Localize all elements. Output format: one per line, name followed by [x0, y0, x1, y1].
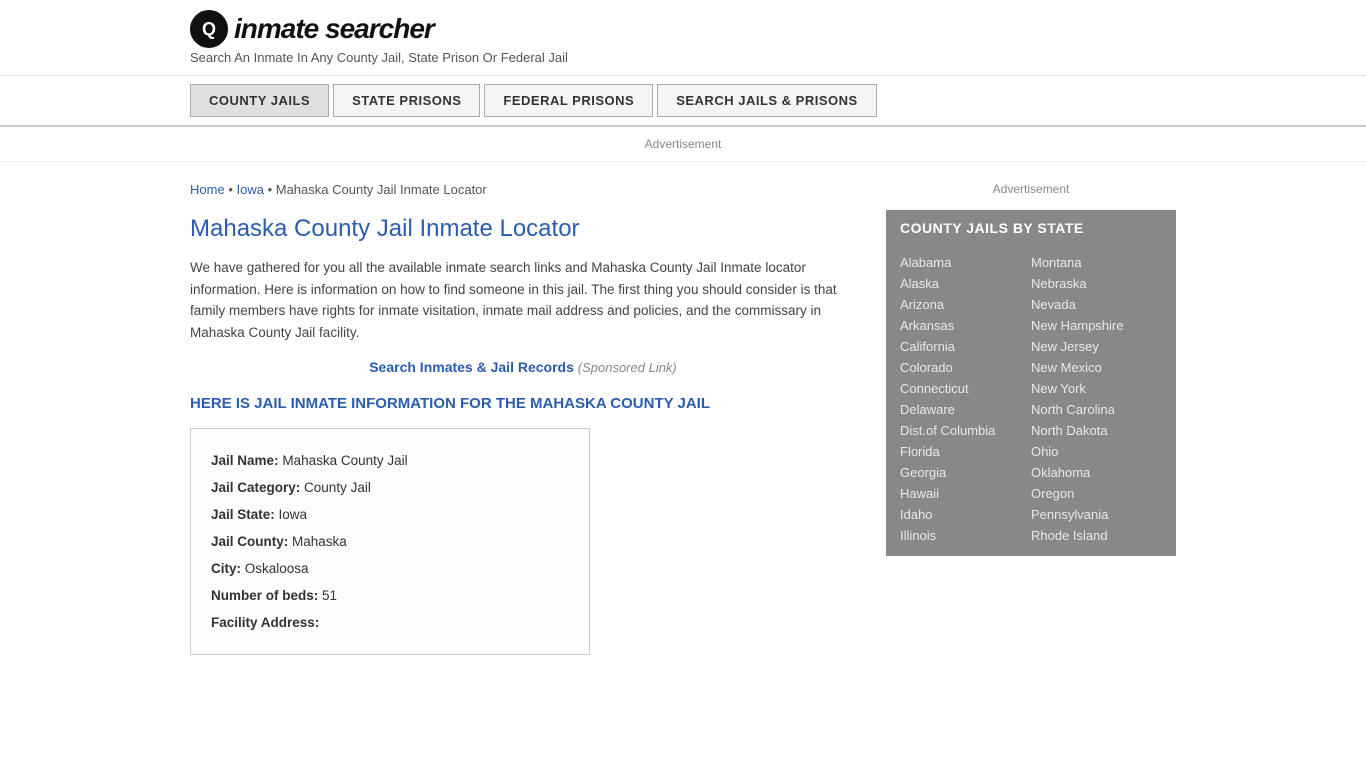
jail-county-row: Jail County: Mahaska	[211, 528, 569, 555]
state-item[interactable]: Florida	[900, 441, 1031, 462]
state-box-title: COUNTY JAILS BY STATE	[886, 210, 1176, 246]
beds-label: Number of beds:	[211, 588, 318, 603]
state-item[interactable]: Montana	[1031, 252, 1162, 273]
breadcrumb-home[interactable]: Home	[190, 182, 225, 197]
state-item[interactable]: North Carolina	[1031, 399, 1162, 420]
description: We have gathered for you all the availab…	[190, 257, 856, 343]
facility-row: Facility Address:	[211, 609, 569, 636]
logo-text: inmate searcher	[234, 13, 434, 45]
main-content: Home • Iowa • Mahaska County Jail Inmate…	[190, 162, 856, 675]
info-box: Jail Name: Mahaska County Jail Jail Cate…	[190, 428, 590, 655]
jail-name-row: Jail Name: Mahaska County Jail	[211, 447, 569, 474]
state-item[interactable]: Ohio	[1031, 441, 1162, 462]
nav-state-prisons[interactable]: STATE PRISONS	[333, 84, 480, 117]
sponsored-label: (Sponsored Link)	[578, 360, 677, 375]
state-box: COUNTY JAILS BY STATE AlabamaAlaskaArizo…	[886, 210, 1176, 556]
state-item[interactable]: Pennsylvania	[1031, 504, 1162, 525]
state-item[interactable]: Idaho	[900, 504, 1031, 525]
page-title: Mahaska County Jail Inmate Locator	[190, 215, 856, 243]
sidebar-ad: Advertisement	[886, 182, 1176, 196]
logo-icon: Q	[190, 10, 228, 48]
section-heading: HERE IS JAIL INMATE INFORMATION FOR THE …	[190, 395, 856, 412]
sidebar: Advertisement COUNTY JAILS BY STATE Alab…	[886, 162, 1176, 675]
main-layout: Home • Iowa • Mahaska County Jail Inmate…	[0, 162, 1366, 675]
jail-county-label: Jail County:	[211, 534, 288, 549]
beds-value: 51	[322, 588, 337, 603]
header: Q inmate searcher Search An Inmate In An…	[0, 0, 1366, 76]
sponsored-link[interactable]: Search Inmates & Jail Records	[369, 359, 574, 375]
jail-name-label: Jail Name:	[211, 453, 279, 468]
facility-label: Facility Address:	[211, 615, 319, 630]
beds-row: Number of beds: 51	[211, 582, 569, 609]
state-item[interactable]: Georgia	[900, 462, 1031, 483]
jail-category-value: County Jail	[304, 480, 371, 495]
nav-bar: COUNTY JAILS STATE PRISONS FEDERAL PRISO…	[0, 76, 1366, 127]
state-item[interactable]: Delaware	[900, 399, 1031, 420]
state-item[interactable]: Illinois	[900, 525, 1031, 546]
jail-category-label: Jail Category:	[211, 480, 300, 495]
state-item[interactable]: New Hampshire	[1031, 315, 1162, 336]
breadcrumb: Home • Iowa • Mahaska County Jail Inmate…	[190, 182, 856, 197]
state-col1: AlabamaAlaskaArizonaArkansasCaliforniaCo…	[900, 252, 1031, 546]
state-item[interactable]: California	[900, 336, 1031, 357]
state-item[interactable]: Alaska	[900, 273, 1031, 294]
sponsored-link-area: Search Inmates & Jail Records (Sponsored…	[190, 359, 856, 375]
state-item[interactable]: Arkansas	[900, 315, 1031, 336]
state-item[interactable]: Arizona	[900, 294, 1031, 315]
state-item[interactable]: Nevada	[1031, 294, 1162, 315]
jail-state-row: Jail State: Iowa	[211, 501, 569, 528]
state-item[interactable]: Alabama	[900, 252, 1031, 273]
state-item[interactable]: Colorado	[900, 357, 1031, 378]
state-item[interactable]: Nebraska	[1031, 273, 1162, 294]
tagline: Search An Inmate In Any County Jail, Sta…	[190, 50, 1176, 65]
state-item[interactable]: Dist.of Columbia	[900, 420, 1031, 441]
jail-county-value: Mahaska	[292, 534, 347, 549]
city-row: City: Oskaloosa	[211, 555, 569, 582]
state-item[interactable]: North Dakota	[1031, 420, 1162, 441]
state-item[interactable]: Oregon	[1031, 483, 1162, 504]
state-item[interactable]: Oklahoma	[1031, 462, 1162, 483]
state-item[interactable]: New York	[1031, 378, 1162, 399]
city-label: City:	[211, 561, 241, 576]
nav-search-jails[interactable]: SEARCH JAILS & PRISONS	[657, 84, 876, 117]
city-value: Oskaloosa	[245, 561, 309, 576]
jail-state-value: Iowa	[279, 507, 308, 522]
nav-federal-prisons[interactable]: FEDERAL PRISONS	[484, 84, 653, 117]
state-item[interactable]: New Jersey	[1031, 336, 1162, 357]
state-item[interactable]: Hawaii	[900, 483, 1031, 504]
jail-name-value: Mahaska County Jail	[282, 453, 407, 468]
ad-bar-top: Advertisement	[0, 127, 1366, 162]
breadcrumb-current: Mahaska County Jail Inmate Locator	[276, 182, 487, 197]
state-col2: MontanaNebraskaNevadaNew HampshireNew Je…	[1031, 252, 1162, 546]
state-grid: AlabamaAlaskaArizonaArkansasCaliforniaCo…	[886, 246, 1176, 556]
nav-county-jails[interactable]: COUNTY JAILS	[190, 84, 329, 117]
state-item[interactable]: New Mexico	[1031, 357, 1162, 378]
state-item[interactable]: Rhode Island	[1031, 525, 1162, 546]
jail-state-label: Jail State:	[211, 507, 275, 522]
jail-category-row: Jail Category: County Jail	[211, 474, 569, 501]
state-item[interactable]: Connecticut	[900, 378, 1031, 399]
breadcrumb-state[interactable]: Iowa	[236, 182, 263, 197]
logo-area: Q inmate searcher	[190, 10, 1176, 48]
